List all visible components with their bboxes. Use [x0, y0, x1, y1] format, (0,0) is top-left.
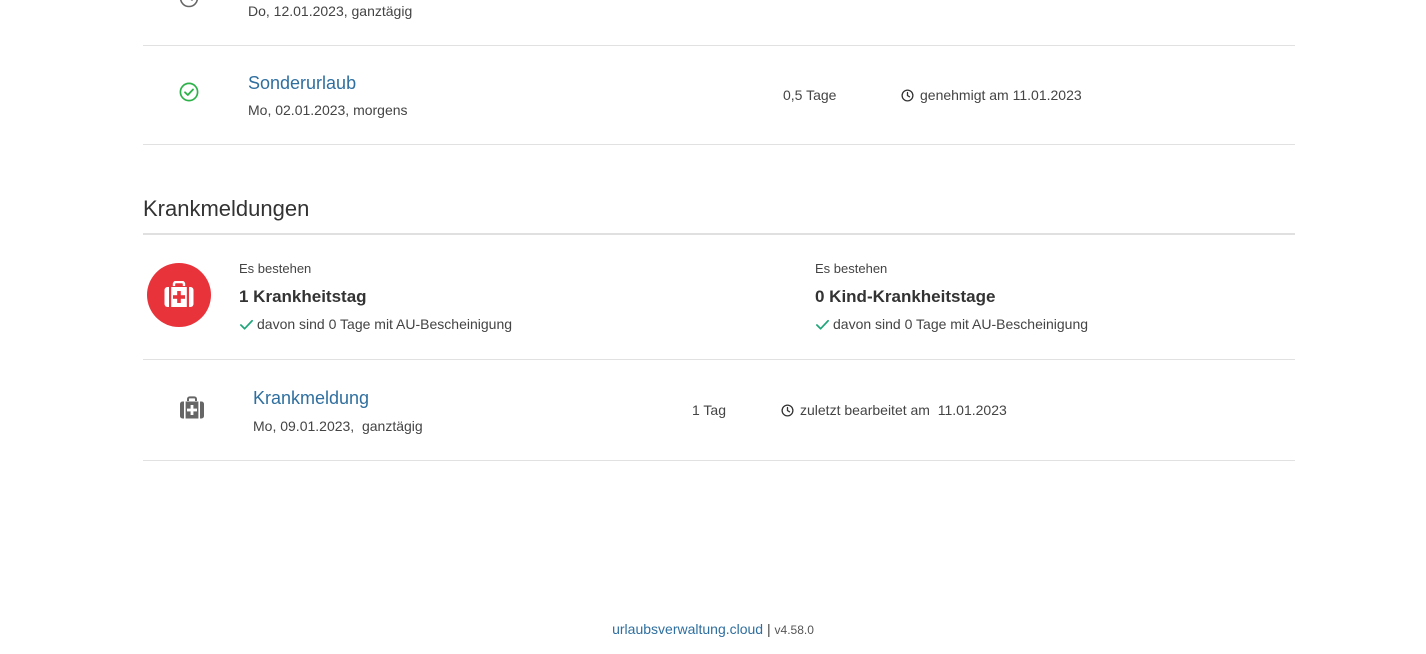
- sick-days-prefix: Es bestehen: [239, 261, 312, 276]
- application-type-link[interactable]: Sonderurlaub: [248, 73, 356, 94]
- sick-notes-summary: Es bestehen 1 Krankheitstag davon sind 0…: [143, 235, 1295, 360]
- sick-note-date: Mo, 09.01.2023, ganztägig: [253, 418, 423, 434]
- sick-days-note-text: davon sind 0 Tage mit AU-Bescheinigung: [257, 316, 513, 332]
- application-date: Mo, 02.01.2023, morgens: [248, 102, 408, 118]
- sick-note-status: zuletzt bearbeitet am 11.01.2023: [781, 402, 1007, 418]
- application-status: genehmigt am 11.01.2023: [901, 87, 1082, 103]
- sick-days-value: 1 Krankheitstag: [239, 287, 367, 306]
- child-sick-days-note: davon sind 0 Tage mit AU-Bescheinigung: [815, 316, 1088, 332]
- clock-icon: [781, 403, 794, 417]
- medical-kit-icon: [180, 396, 204, 419]
- sick-note-status-text: zuletzt bearbeitet am 11.01.2023: [800, 402, 1007, 418]
- application-date: Do, 12.01.2023, ganztägig: [248, 3, 413, 19]
- child-sick-days-note-text: davon sind 0 Tage mit AU-Bescheinigung: [833, 316, 1089, 332]
- application-status-text: genehmigt am 11.01.2023: [920, 87, 1082, 103]
- footer: urlaubsverwaltung.cloud | v4.58.0: [0, 621, 1426, 637]
- checkmark-icon: [816, 319, 829, 330]
- application-row[interactable]: Do, 12.01.2023, ganztägig: [143, 0, 1295, 46]
- child-sick-days-stat: Es bestehen 0 Kind-Krankheitstage davon …: [815, 261, 1088, 332]
- footer-separator: |: [766, 621, 771, 637]
- app-version: v4.58.0: [774, 623, 814, 637]
- sick-days-stat: Es bestehen 1 Krankheitstag davon sind 0…: [239, 261, 512, 332]
- footer-link[interactable]: urlaubsverwaltung.cloud: [612, 621, 763, 637]
- application-duration: 0,5 Tage: [783, 87, 837, 103]
- child-sick-days-prefix: Es bestehen: [815, 261, 888, 276]
- child-sick-days-value: 0 Kind-Krankheitstage: [815, 287, 996, 306]
- checkmark-icon: [240, 319, 253, 330]
- sick-days-note: davon sind 0 Tage mit AU-Bescheinigung: [239, 316, 512, 332]
- clock-outline-icon: [179, 0, 199, 8]
- clock-icon: [901, 88, 914, 102]
- sick-note-link[interactable]: Krankmeldung: [253, 388, 369, 409]
- page: Do, 12.01.2023, ganztägig Sonderurlaub M…: [0, 0, 1426, 654]
- medical-kit-badge-icon: [147, 263, 211, 327]
- sick-note-duration: 1 Tag: [692, 402, 726, 418]
- sick-note-row[interactable]: Krankmeldung Mo, 09.01.2023, ganztägig 1…: [143, 360, 1295, 461]
- sick-notes-heading: Krankmeldungen: [143, 196, 310, 221]
- check-circle-icon: [179, 82, 199, 102]
- application-row[interactable]: Sonderurlaub Mo, 02.01.2023, morgens 0,5…: [143, 46, 1295, 145]
